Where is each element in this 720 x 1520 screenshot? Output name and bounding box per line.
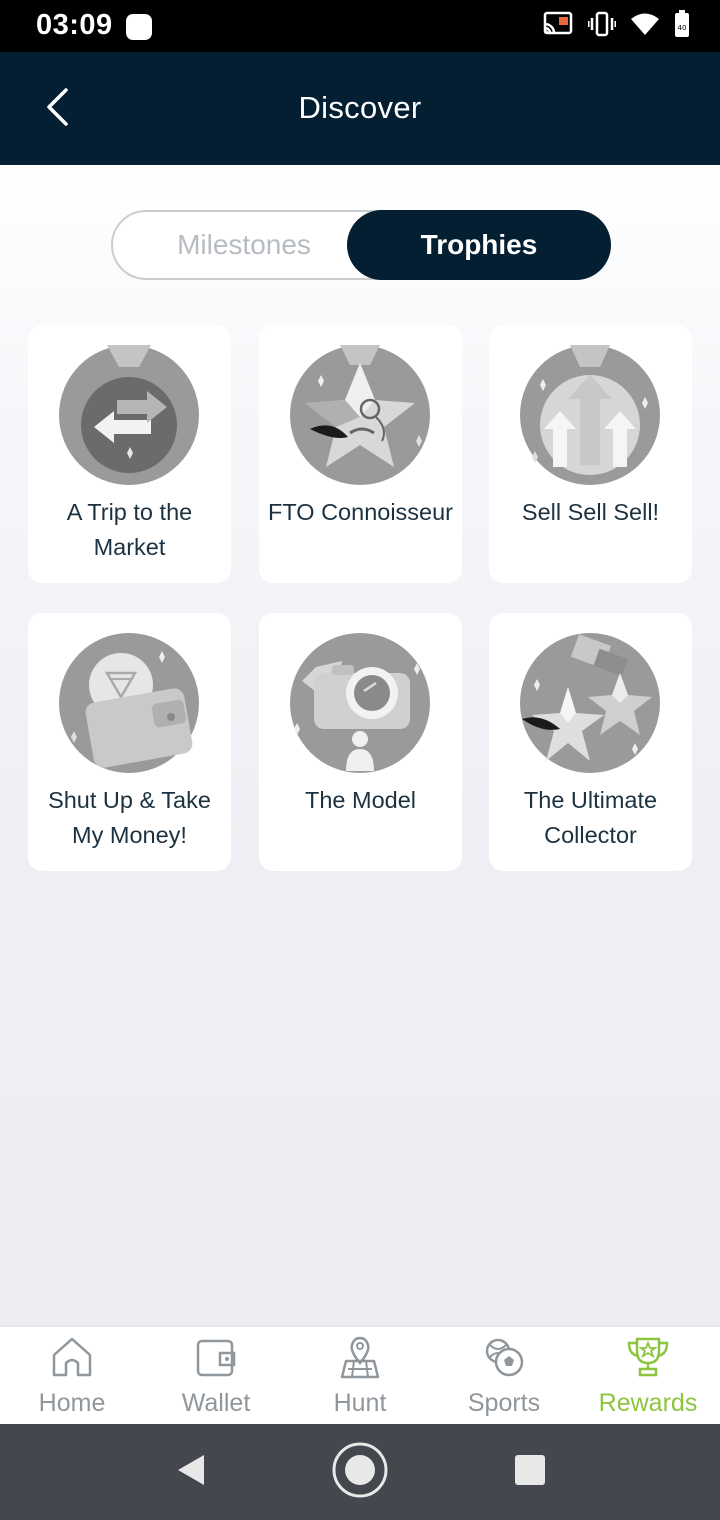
trophy-title: Sell Sell Sell! <box>521 499 660 525</box>
battery-icon: 40 <box>674 9 690 43</box>
page-title: Discover <box>298 90 422 125</box>
sports-ball-icon <box>482 1335 526 1379</box>
trophy-title: The Ultimate Collector <box>523 787 658 848</box>
up-arrows-medal-icon <box>520 345 660 485</box>
status-icons: 40 <box>542 9 690 43</box>
nav-label: Sports <box>467 1389 541 1417</box>
trophy-title: Shut Up & Take My Money! <box>48 787 211 848</box>
nav-label: Home <box>38 1389 106 1417</box>
tab-milestones[interactable]: Milestones <box>113 210 375 280</box>
nav-label: Wallet <box>181 1389 251 1417</box>
bottom-nav: Home Wallet Hunt Sports Rewards <box>0 1325 720 1424</box>
nav-item-wallet[interactable]: Wallet <box>144 1327 288 1426</box>
app-bar: Discover <box>0 52 720 165</box>
svg-text:40: 40 <box>678 24 687 32</box>
segmented-control: Milestones Trophies <box>111 210 611 280</box>
stars-medal-icon <box>520 633 660 773</box>
system-recents-button[interactable] <box>505 1442 555 1502</box>
system-back-button[interactable] <box>165 1442 215 1502</box>
camera-medal-icon <box>290 633 430 773</box>
nav-item-home[interactable]: Home <box>0 1327 144 1426</box>
square-recents-icon <box>514 1454 546 1491</box>
arrows-medal-icon <box>59 345 199 485</box>
nav-item-rewards[interactable]: Rewards <box>576 1327 720 1426</box>
content-area: Milestones Trophies A Trip to the Market <box>0 165 720 1325</box>
trophy-card-ultimate-collector[interactable]: The Ultimate Collector <box>489 613 692 871</box>
trophy-title: A Trip to the Market <box>66 499 193 560</box>
nav-label: Hunt <box>333 1389 387 1417</box>
wallet-medal-icon <box>59 633 199 773</box>
status-bar: 03:09 40 <box>0 0 720 52</box>
notification-icon <box>126 14 152 40</box>
triangle-back-icon <box>174 1453 206 1492</box>
trophy-title: The Model <box>304 787 417 813</box>
trophy-title: FTO Connoisseur <box>267 499 454 525</box>
cast-icon <box>542 11 574 42</box>
status-time: 03:09 <box>36 9 113 41</box>
trophy-icon <box>626 1335 670 1379</box>
circle-home-icon <box>331 1441 389 1504</box>
vibrate-icon <box>587 11 617 42</box>
nav-item-hunt[interactable]: Hunt <box>288 1327 432 1426</box>
map-pin-icon <box>338 1335 382 1379</box>
trophy-card-sell-sell-sell[interactable]: Sell Sell Sell! <box>489 325 692 583</box>
nav-label: Rewards <box>598 1389 698 1417</box>
wallet-icon <box>194 1335 238 1379</box>
trophy-card-shut-up-take-my-money[interactable]: Shut Up & Take My Money! <box>28 613 231 871</box>
tab-trophies[interactable]: Trophies <box>347 210 611 280</box>
system-home-button[interactable] <box>330 1442 390 1502</box>
system-nav-bar <box>0 1424 720 1520</box>
wifi-icon <box>630 12 660 41</box>
trophy-card-trip-to-market[interactable]: A Trip to the Market <box>28 325 231 583</box>
trophy-card-fto-connoisseur[interactable]: FTO Connoisseur <box>259 325 462 583</box>
nav-item-sports[interactable]: Sports <box>432 1327 576 1426</box>
mustache-star-medal-icon <box>290 345 430 485</box>
home-icon <box>50 1335 94 1379</box>
trophy-card-the-model[interactable]: The Model <box>259 613 462 871</box>
